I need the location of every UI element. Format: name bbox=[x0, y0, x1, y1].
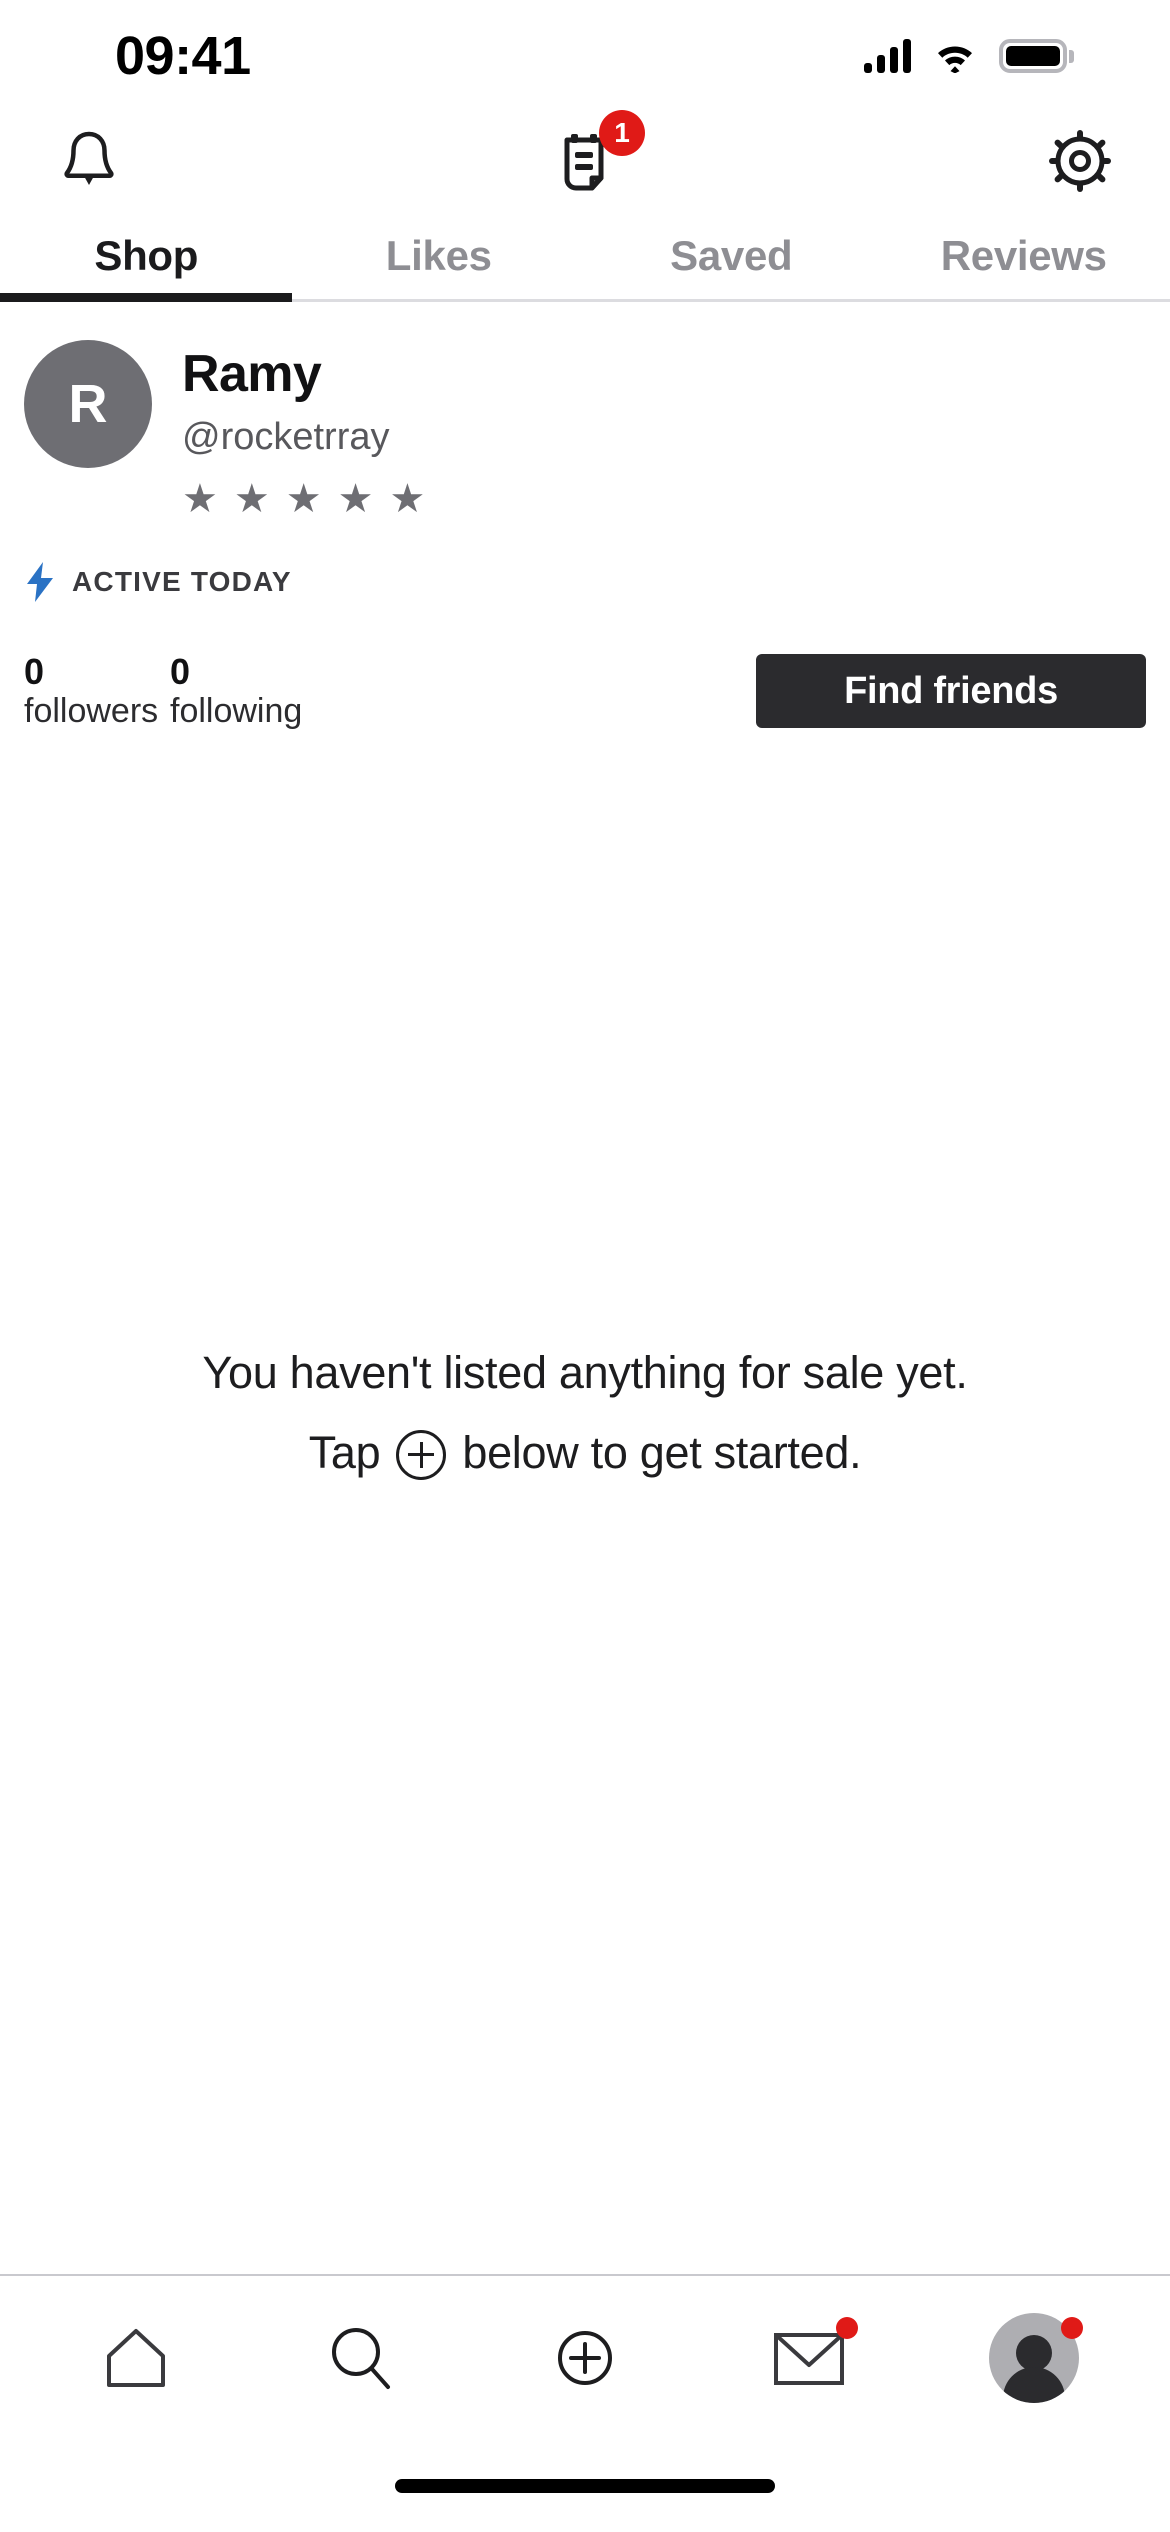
profile-alert-dot bbox=[1060, 2317, 1083, 2339]
profile-tabs: Shop Likes Saved Reviews bbox=[0, 210, 1170, 302]
stats-row: 0 followers 0 following Find friends bbox=[0, 603, 1170, 731]
orders-badge: 1 bbox=[599, 110, 645, 156]
nav-sell[interactable] bbox=[520, 2303, 650, 2413]
settings-button[interactable] bbox=[1048, 129, 1112, 193]
followers-count: 0 bbox=[24, 650, 45, 692]
status-bar: 09:41 bbox=[0, 0, 1170, 112]
tab-likes[interactable]: Likes bbox=[293, 210, 586, 302]
wifi-icon bbox=[938, 46, 972, 73]
envelope-icon bbox=[774, 2333, 845, 2385]
nav-inbox[interactable] bbox=[744, 2303, 874, 2413]
following-count: 0 bbox=[170, 650, 191, 692]
profile-info: Ramy @rocketrray ★ ★ ★ ★ ★ bbox=[182, 340, 425, 519]
activity-status: ACTIVE TODAY bbox=[0, 519, 1170, 603]
status-time: 09:41 bbox=[115, 26, 251, 86]
star-icon: ★ bbox=[182, 476, 218, 521]
tab-reviews[interactable]: Reviews bbox=[878, 210, 1170, 302]
avatar[interactable]: R bbox=[24, 340, 152, 468]
empty-state-hint-prefix: Tap bbox=[308, 1426, 381, 1478]
notifications-button[interactable] bbox=[58, 128, 120, 194]
display-name: Ramy bbox=[182, 345, 322, 403]
nav-profile[interactable] bbox=[969, 2303, 1099, 2413]
gear-icon bbox=[1049, 130, 1111, 192]
status-indicators bbox=[864, 39, 1074, 73]
nav-home[interactable] bbox=[71, 2303, 201, 2413]
followers-stat[interactable]: 0 followers bbox=[24, 651, 160, 731]
top-icon-bar: 1 bbox=[0, 110, 1170, 210]
active-tab-indicator bbox=[0, 293, 292, 302]
empty-state: You haven't listed anything for sale yet… bbox=[0, 731, 1170, 2274]
home-indicator-bar[interactable] bbox=[395, 2479, 775, 2493]
empty-state-headline: You haven't listed anything for sale yet… bbox=[202, 1346, 968, 1398]
orders-button[interactable]: 1 bbox=[553, 110, 645, 196]
following-stat[interactable]: 0 following bbox=[170, 651, 306, 731]
activity-label: ACTIVE TODAY bbox=[72, 565, 292, 597]
tab-shop[interactable]: Shop bbox=[0, 210, 293, 302]
plus-circle-icon bbox=[396, 1429, 447, 1480]
bell-icon bbox=[64, 131, 114, 185]
followers-label: followers bbox=[24, 692, 159, 731]
nav-search[interactable] bbox=[296, 2303, 426, 2413]
star-icon: ★ bbox=[233, 476, 270, 521]
bottom-navigation bbox=[0, 2274, 1170, 2440]
battery-full-icon bbox=[999, 39, 1074, 73]
signal-bars-icon bbox=[864, 39, 911, 73]
star-icon: ★ bbox=[285, 476, 322, 521]
lightning-bolt-icon bbox=[27, 561, 53, 602]
app-screen: 09:41 1 Shop Likes Saved Reviews R Ramy … bbox=[0, 0, 1170, 2532]
search-icon bbox=[331, 2328, 390, 2389]
empty-state-hint: Tap below to get started. bbox=[308, 1426, 862, 1480]
star-icon: ★ bbox=[337, 476, 374, 521]
profile-header: R Ramy @rocketrray ★ ★ ★ ★ ★ bbox=[0, 302, 1170, 519]
empty-state-hint-suffix: below to get started. bbox=[462, 1426, 862, 1478]
find-friends-button[interactable]: Find friends bbox=[756, 654, 1146, 729]
tab-saved[interactable]: Saved bbox=[585, 210, 878, 302]
home-indicator-area bbox=[0, 2440, 1170, 2532]
following-label: following bbox=[170, 692, 303, 731]
plus-circle-icon bbox=[557, 2331, 612, 2385]
star-icon: ★ bbox=[389, 476, 426, 521]
home-icon bbox=[107, 2329, 166, 2387]
user-handle: @rocketrray bbox=[182, 416, 390, 459]
inbox-unread-dot bbox=[836, 2317, 859, 2339]
rating-stars[interactable]: ★ ★ ★ ★ ★ bbox=[182, 479, 425, 519]
